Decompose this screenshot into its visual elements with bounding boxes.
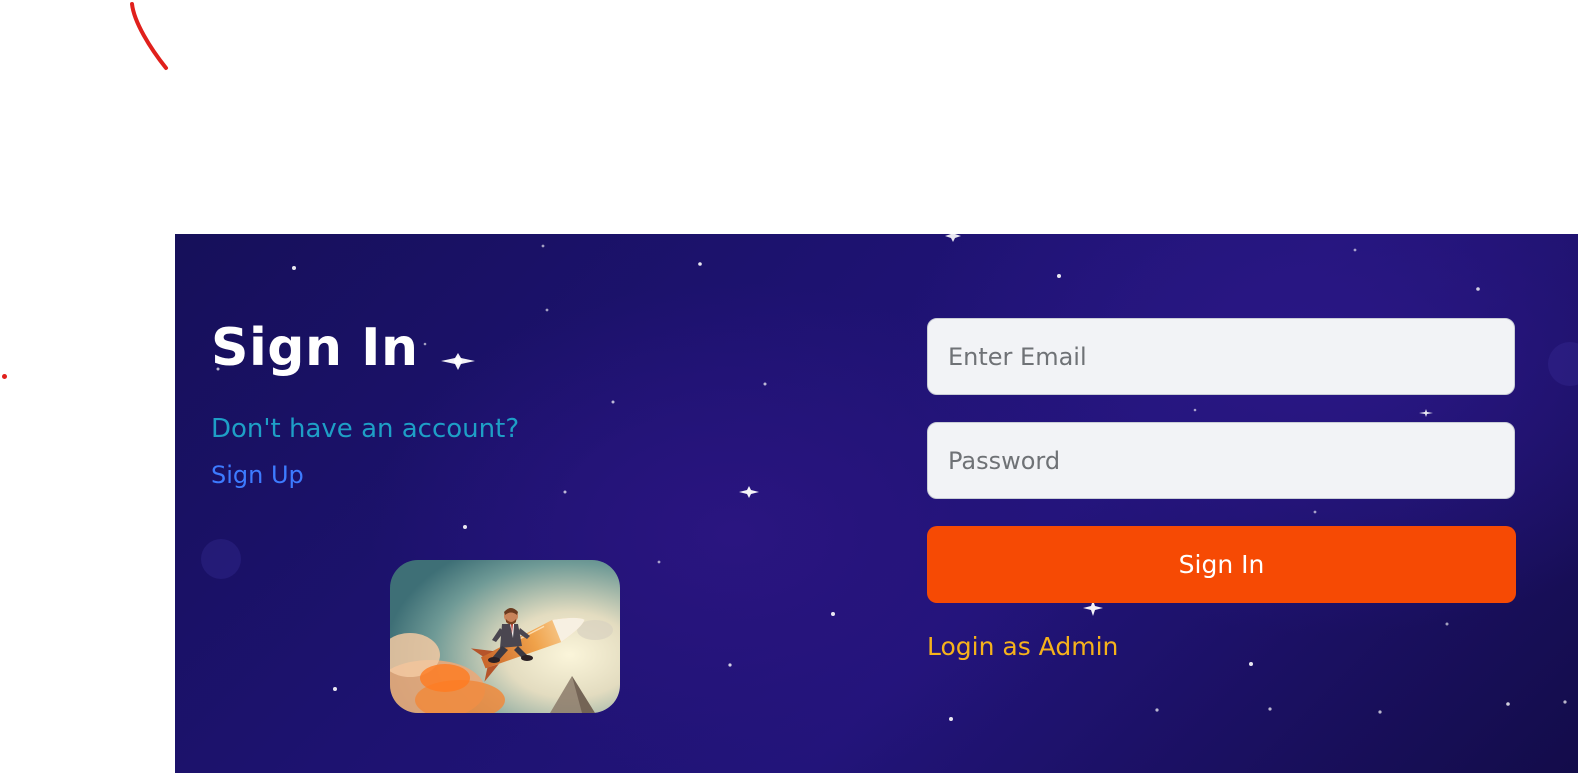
rocket-illustration bbox=[390, 560, 620, 713]
email-field[interactable] bbox=[927, 318, 1515, 395]
page-title: Sign In bbox=[211, 318, 419, 378]
page: Sign In Don't have an account? Sign Up E… bbox=[0, 0, 1578, 773]
starfield-background bbox=[201, 234, 1578, 721]
signup-link[interactable]: Sign Up bbox=[211, 461, 304, 489]
annotation-stroke bbox=[130, 2, 168, 70]
annotation-dot bbox=[2, 374, 7, 379]
signin-button[interactable]: Sign In bbox=[927, 526, 1516, 603]
admin-login-link[interactable]: Login as Admin bbox=[927, 632, 1118, 661]
no-account-prompt: Don't have an account? bbox=[211, 414, 520, 444]
password-field[interactable] bbox=[927, 422, 1515, 499]
businessman-rocket-icon bbox=[390, 560, 620, 713]
signin-panel: Sign In Don't have an account? Sign Up E… bbox=[175, 234, 1578, 773]
